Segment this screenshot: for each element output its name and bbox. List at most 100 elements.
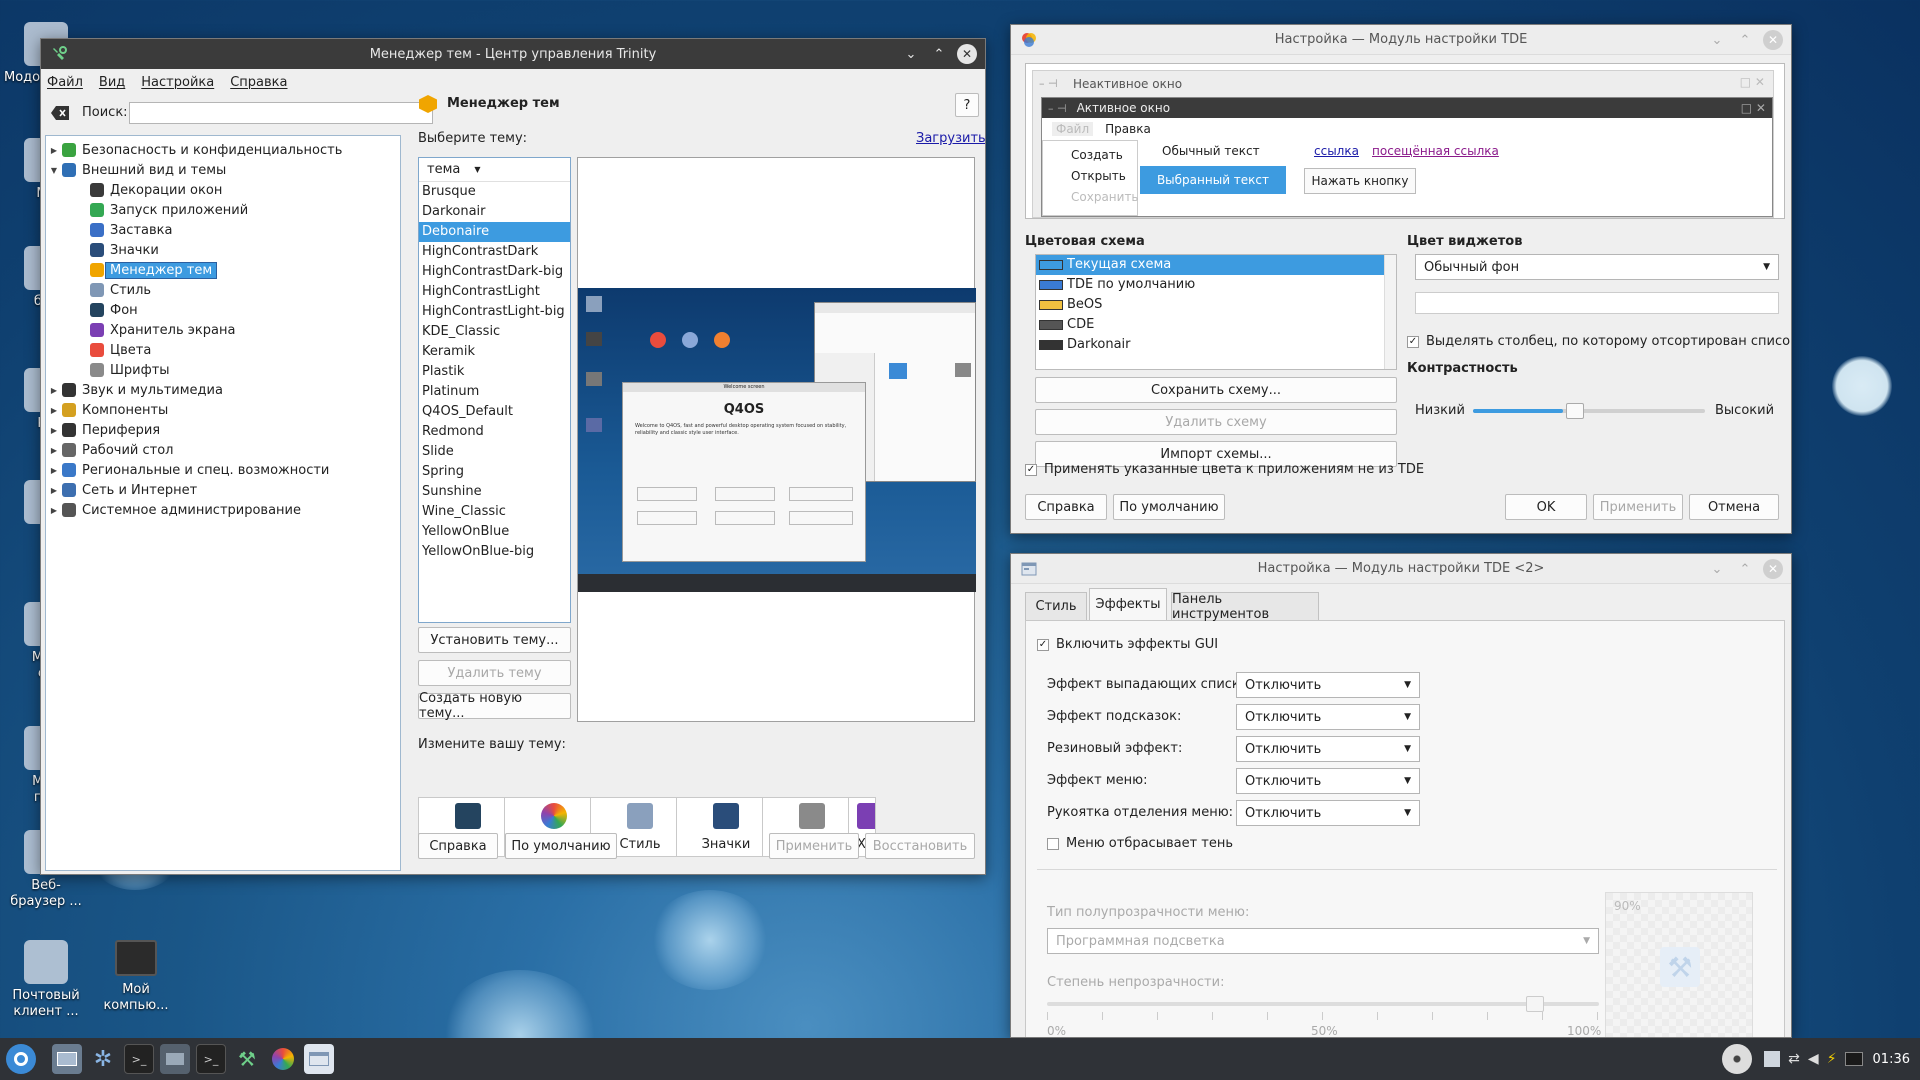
tree-item[interactable]: ▶ Региональные и спец. возможности (46, 460, 400, 480)
cd-drive-icon[interactable] (1722, 1044, 1753, 1074)
minimize-button[interactable]: ⌄ (1707, 30, 1727, 50)
start-menu-button[interactable] (6, 1044, 36, 1074)
maximize-button[interactable]: ⌃ (929, 44, 949, 64)
theme-list-item[interactable]: Slide (419, 442, 570, 462)
help-button[interactable]: Справка (418, 833, 498, 859)
expand-arrow-icon[interactable]: ▶ (46, 446, 62, 455)
theme-tile[interactable]: Значки (676, 797, 776, 857)
effects-tab[interactable]: Стиль (1025, 592, 1087, 620)
theme-list-item[interactable]: Darkonair (419, 202, 570, 222)
color-scheme-item[interactable]: TDE по умолчанию (1036, 275, 1396, 295)
effects-titlebar[interactable]: Настройка — Модуль настройки TDE <2> ⌄ ⌃… (1011, 554, 1791, 584)
expand-arrow-icon[interactable]: ▼ (46, 166, 62, 175)
cancel-button[interactable]: Отмена (1689, 494, 1779, 520)
theme-list-item[interactable]: Debonaire (419, 222, 570, 242)
tree-item[interactable]: ▶ Сеть и Интернет (46, 480, 400, 500)
tree-item[interactable]: Значки (46, 240, 400, 260)
expand-arrow-icon[interactable]: ▶ (46, 506, 62, 515)
tree-item[interactable]: ▶ Безопасность и конфиденциальность (46, 140, 400, 160)
effect-select[interactable]: Отключить ▼ (1236, 768, 1420, 794)
tree-item[interactable]: Фон (46, 300, 400, 320)
contrast-slider-handle[interactable] (1565, 403, 1584, 419)
scheme-scrollbar[interactable] (1384, 255, 1396, 369)
create-theme-button[interactable]: Создать новую тему... (418, 691, 571, 721)
ok-button[interactable]: OK (1505, 494, 1587, 520)
theme-list-item[interactable]: HighContrastLight (419, 282, 570, 302)
close-button[interactable]: ✕ (957, 44, 977, 64)
minimize-button[interactable]: ⌄ (901, 44, 921, 64)
install-theme-button[interactable]: Установить тему... (418, 627, 571, 653)
expand-arrow-icon[interactable]: ▶ (46, 466, 62, 475)
tree-item[interactable]: ▼ Внешний вид и темы (46, 160, 400, 180)
widget-color-select[interactable]: Обычный фон ▼ (1415, 254, 1779, 280)
tree-item[interactable]: Декорации окон (46, 180, 400, 200)
effect-select[interactable]: Отключить ▼ (1236, 704, 1420, 730)
theme-list-item[interactable]: Platinum (419, 382, 570, 402)
menu-view[interactable]: Вид (99, 75, 125, 90)
my-computer-icon[interactable]: Мой компью... (96, 940, 176, 1014)
expand-arrow-icon[interactable]: ▶ (46, 386, 62, 395)
module-tree[interactable]: ▶ Безопасность и конфиденциальность ▼ Внешн… (45, 135, 401, 871)
tree-item[interactable]: Менеджер тем (46, 260, 400, 280)
theme-list-item[interactable]: Q4OS_Default (419, 402, 570, 422)
defaults-button[interactable]: По умолчанию (1113, 494, 1225, 520)
theme-list-item[interactable]: YellowOnBlue-big (419, 542, 570, 562)
color-scheme-item[interactable]: BeOS (1036, 295, 1396, 315)
network-icon[interactable]: ⇄ (1788, 1051, 1800, 1067)
help-question-button[interactable]: ? (955, 93, 979, 117)
apply-nontde-checkbox[interactable]: ✓ Применять указанные цвета к приложения… (1025, 462, 1424, 477)
tree-item[interactable]: ▶ Периферия (46, 420, 400, 440)
load-theme-link[interactable]: Загрузить (916, 131, 985, 146)
colors-titlebar[interactable]: Настройка — Модуль настройки TDE ⌄ ⌃ ✕ (1011, 25, 1791, 55)
power-icon[interactable]: ⚡ (1827, 1051, 1837, 1067)
theme-list-item[interactable]: Plastik (419, 362, 570, 382)
menu-shadow-checkbox[interactable]: Меню отбрасывает тень (1047, 836, 1233, 851)
theme-list-item[interactable]: YellowOnBlue (419, 522, 570, 542)
contrast-slider[interactable] (1473, 403, 1705, 419)
expand-arrow-icon[interactable]: ▶ (46, 426, 62, 435)
tree-item[interactable]: ▶ Рабочий стол (46, 440, 400, 460)
tree-item[interactable]: ▶ Звук и мультимедиа (46, 380, 400, 400)
theme-list-item[interactable]: Keramik (419, 342, 570, 362)
color-preview[interactable]: – ⊣ Неактивное окно □ ✕ – ⊣ Активное окн… (1025, 63, 1785, 219)
style-task[interactable] (304, 1044, 334, 1074)
expand-arrow-icon[interactable]: ▶ (46, 406, 62, 415)
color-swatch-button[interactable] (1415, 292, 1779, 314)
menu-help[interactable]: Справка (230, 75, 287, 90)
theme-list-item[interactable]: HighContrastDark-big (419, 262, 570, 282)
effects-tab[interactable]: Эффекты (1089, 588, 1167, 620)
control-center-task[interactable]: ⚒ (232, 1044, 262, 1074)
theme-list-item[interactable]: HighContrastDark (419, 242, 570, 262)
theme-list-header[interactable]: тема ▼ (419, 158, 570, 182)
theme-list-item[interactable]: Sunshine (419, 482, 570, 502)
file-manager-launcher[interactable] (160, 1044, 190, 1074)
minimize-button[interactable]: ⌄ (1707, 559, 1727, 579)
close-button[interactable]: ✕ (1763, 30, 1783, 50)
screen-icon[interactable] (1844, 1052, 1863, 1066)
theme-list-item[interactable]: Redmond (419, 422, 570, 442)
tree-item[interactable]: Заставка (46, 220, 400, 240)
save-scheme-button[interactable]: Сохранить схему... (1035, 377, 1397, 403)
settings-launcher[interactable]: ✲ (88, 1044, 118, 1074)
theme-list[interactable]: тема ▼ Brusque Darkonair Debonaire HighCont… (418, 157, 571, 623)
effect-select[interactable]: Отключить ▼ (1236, 736, 1420, 762)
theme-list-item[interactable]: Wine_Classic (419, 502, 570, 522)
color-scheme-item[interactable]: Текущая схема (1036, 255, 1396, 275)
clear-search-button[interactable] (49, 102, 71, 124)
theme-list-item[interactable]: Brusque (419, 182, 570, 202)
theme-list-item[interactable]: HighContrastLight-big (419, 302, 570, 322)
tree-item[interactable]: Запуск приложений (46, 200, 400, 220)
terminal-task[interactable]: >_ (196, 1044, 226, 1074)
search-input[interactable] (129, 102, 433, 124)
tree-item[interactable]: Хранитель экрана (46, 320, 400, 340)
maximize-button[interactable]: ⌃ (1735, 30, 1755, 50)
tree-item[interactable]: Цвета (46, 340, 400, 360)
maximize-button[interactable]: ⌃ (1735, 559, 1755, 579)
theme-list-item[interactable]: Spring (419, 462, 570, 482)
help-button[interactable]: Справка (1025, 494, 1107, 520)
volume-icon[interactable]: ◀ (1808, 1051, 1819, 1067)
clipboard-icon[interactable] (1764, 1051, 1781, 1067)
enable-gui-effects-checkbox[interactable]: ✓ Включить эффекты GUI (1037, 637, 1218, 652)
close-button[interactable]: ✕ (1763, 559, 1783, 579)
effects-tab[interactable]: Панель инструментов (1171, 592, 1319, 622)
